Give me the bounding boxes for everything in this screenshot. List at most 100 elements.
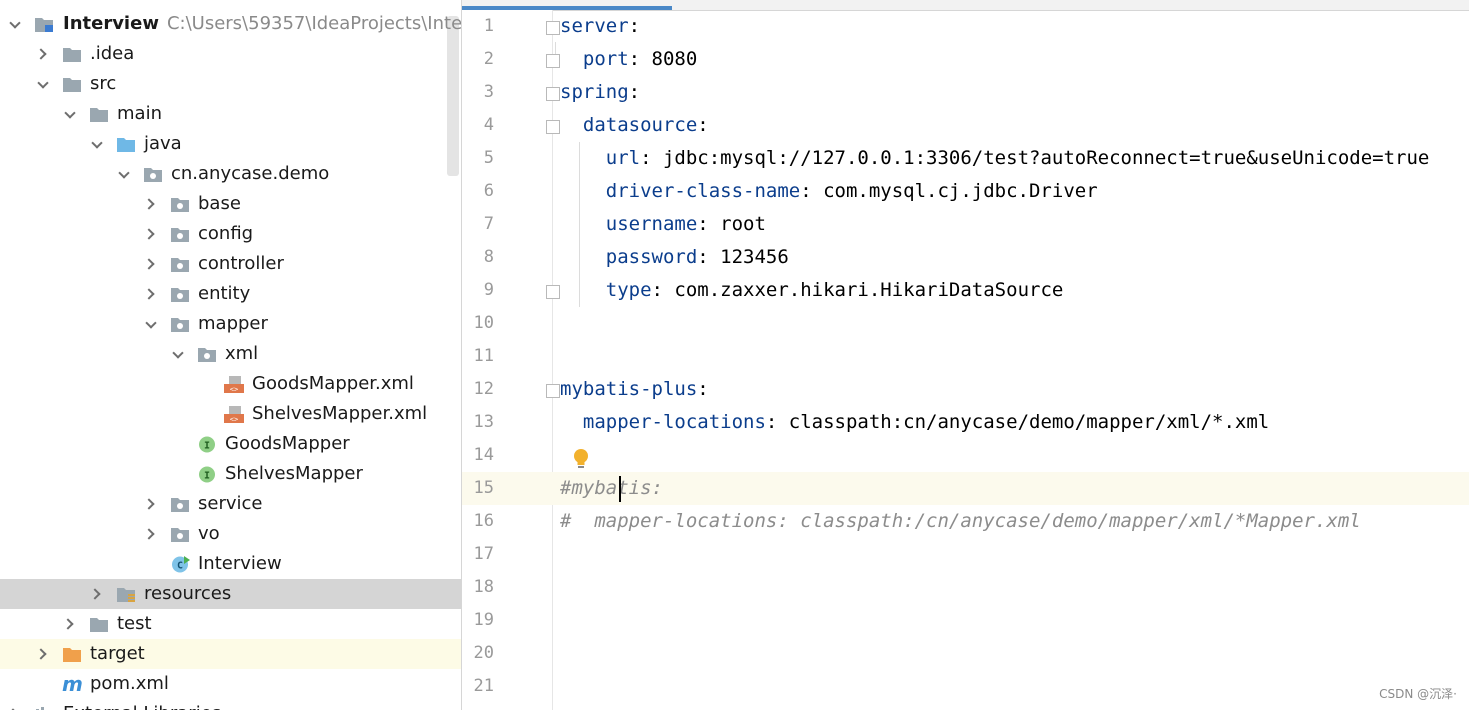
code-line[interactable]: 8 password: 123456 bbox=[462, 241, 1469, 274]
code-line[interactable]: 17 bbox=[462, 538, 1469, 571]
chevron-down-icon[interactable] bbox=[8, 9, 22, 39]
code-line[interactable]: 11 bbox=[462, 340, 1469, 373]
code-line[interactable]: 14 bbox=[462, 439, 1469, 472]
tree-item-label: base bbox=[198, 193, 241, 214]
code-line[interactable]: 21 bbox=[462, 670, 1469, 703]
code-line[interactable]: 2 port: 8080 bbox=[462, 43, 1469, 76]
tree-item-label: src bbox=[90, 73, 117, 94]
svg-text:C: C bbox=[177, 561, 183, 572]
yaml-comment: # mapper-locations: classpath:/cn/anycas… bbox=[560, 510, 1361, 532]
fold-marker-icon[interactable] bbox=[546, 384, 560, 398]
code-line[interactable]: 3 spring: bbox=[462, 76, 1469, 109]
chevron-down-icon[interactable] bbox=[36, 69, 50, 99]
tree-row-external-libraries[interactable]: External Libraries bbox=[0, 699, 461, 710]
lightbulb-icon[interactable] bbox=[572, 448, 590, 470]
yaml-key: type bbox=[560, 279, 652, 301]
fold-marker-icon[interactable] bbox=[546, 21, 560, 35]
line-number: 4 bbox=[483, 115, 494, 135]
chevron-down-icon[interactable] bbox=[117, 159, 131, 189]
tree-row-vo[interactable]: vo bbox=[0, 519, 461, 549]
code-line[interactable]: 12 mybatis-plus: bbox=[462, 373, 1469, 406]
tree-row-shelves-mapper-xml[interactable]: <> ShelvesMapper.xml bbox=[0, 399, 461, 429]
tree-row-mapper[interactable]: mapper bbox=[0, 309, 461, 339]
tree-row-xml[interactable]: xml bbox=[0, 339, 461, 369]
code-editor[interactable]: 1 server: 2 port: 8080 3 spring: 4 datas… bbox=[462, 0, 1469, 710]
svg-text:I: I bbox=[204, 471, 210, 482]
code-line[interactable]: 5 url: jdbc:mysql://127.0.0.1:3306/test?… bbox=[462, 142, 1469, 175]
tree-row-interview-class[interactable]: C Interview bbox=[0, 549, 461, 579]
chevron-right-icon[interactable] bbox=[63, 609, 77, 639]
chevron-right-icon[interactable] bbox=[144, 279, 158, 309]
code-line[interactable]: 19 bbox=[462, 604, 1469, 637]
svg-text:<>: <> bbox=[230, 416, 238, 424]
tree-item-label: java bbox=[144, 133, 182, 154]
tree-row-src[interactable]: src bbox=[0, 69, 461, 99]
tree-row-pom[interactable]: m pom.xml bbox=[0, 669, 461, 699]
chevron-right-icon[interactable] bbox=[36, 639, 50, 669]
tree-item-label: mapper bbox=[198, 313, 268, 334]
fold-end-marker-icon[interactable] bbox=[546, 54, 560, 68]
code-line[interactable]: 13 mapper-locations: classpath:cn/anycas… bbox=[462, 406, 1469, 439]
line-number: 21 bbox=[473, 676, 494, 696]
tree-row-shelves-mapper[interactable]: I ShelvesMapper bbox=[0, 459, 461, 489]
tree-row-goods-mapper[interactable]: I GoodsMapper bbox=[0, 429, 461, 459]
code-line-current[interactable]: 15 #mybatis: bbox=[462, 472, 1469, 505]
tree-item-label: controller bbox=[198, 253, 284, 274]
line-number: 13 bbox=[473, 412, 494, 432]
code-line[interactable]: 18 bbox=[462, 571, 1469, 604]
code-line[interactable]: 7 username: root bbox=[462, 208, 1469, 241]
chevron-right-icon[interactable] bbox=[36, 39, 50, 69]
code-line[interactable]: 10 bbox=[462, 307, 1469, 340]
chevron-right-icon[interactable] bbox=[144, 489, 158, 519]
code-line[interactable]: 20 bbox=[462, 637, 1469, 670]
chevron-right-icon[interactable] bbox=[144, 249, 158, 279]
chevron-right-icon[interactable] bbox=[90, 579, 104, 609]
tree-row-entity[interactable]: entity bbox=[0, 279, 461, 309]
tree-row-root[interactable]: Interview C:\Users\59357\IdeaProjects\Int… bbox=[0, 9, 461, 39]
package-icon bbox=[171, 288, 189, 302]
chevron-right-icon[interactable] bbox=[144, 219, 158, 249]
tree-row-test[interactable]: test bbox=[0, 609, 461, 639]
folder-icon bbox=[90, 618, 108, 632]
code-line[interactable]: 4 datasource: bbox=[462, 109, 1469, 142]
tree-row-base[interactable]: base bbox=[0, 189, 461, 219]
yaml-key: datasource bbox=[560, 114, 698, 136]
tree-item-label: xml bbox=[225, 343, 259, 364]
chevron-right-icon[interactable] bbox=[144, 519, 158, 549]
line-number: 1 bbox=[483, 16, 494, 36]
tree-row-target[interactable]: target bbox=[0, 639, 461, 669]
tree-row-idea[interactable]: .idea bbox=[0, 39, 461, 69]
fold-marker-icon[interactable] bbox=[546, 120, 560, 134]
tree-row-main[interactable]: main bbox=[0, 99, 461, 129]
fold-marker-icon[interactable] bbox=[546, 87, 560, 101]
tree-item-label: GoodsMapper.xml bbox=[252, 373, 414, 394]
code-line[interactable]: 6 driver-class-name: com.mysql.cj.jdbc.D… bbox=[462, 175, 1469, 208]
chevron-down-icon[interactable] bbox=[144, 309, 158, 339]
tree-row-service[interactable]: service bbox=[0, 489, 461, 519]
line-number: 7 bbox=[483, 214, 494, 234]
chevron-right-icon[interactable] bbox=[8, 699, 22, 710]
chevron-down-icon[interactable] bbox=[171, 339, 185, 369]
tree-item-label: resources bbox=[144, 583, 232, 604]
xml-file-icon: <> bbox=[224, 406, 244, 423]
tree-row-resources[interactable]: resources bbox=[0, 579, 461, 609]
code-line[interactable]: 1 server: bbox=[462, 10, 1469, 43]
tree-row-controller[interactable]: controller bbox=[0, 249, 461, 279]
tree-row-goods-mapper-xml[interactable]: <> GoodsMapper.xml bbox=[0, 369, 461, 399]
chevron-right-icon[interactable] bbox=[144, 189, 158, 219]
text-caret bbox=[619, 476, 621, 502]
yaml-value: : com.mysql.cj.jdbc.Driver bbox=[800, 180, 1098, 202]
tree-row-config[interactable]: config bbox=[0, 219, 461, 249]
tree-item-label: GoodsMapper bbox=[225, 433, 350, 454]
folder-icon bbox=[63, 48, 81, 62]
xml-file-icon: <> bbox=[224, 376, 244, 393]
chevron-down-icon[interactable] bbox=[90, 129, 104, 159]
fold-end-marker-icon[interactable] bbox=[546, 285, 560, 299]
code-line[interactable]: 9 type: com.zaxxer.hikari.HikariDataSour… bbox=[462, 274, 1469, 307]
yaml-key: password bbox=[560, 246, 698, 268]
yaml-key: url bbox=[560, 147, 641, 169]
code-line[interactable]: 16 # mapper-locations: classpath:/cn/any… bbox=[462, 505, 1469, 538]
tree-row-java[interactable]: java bbox=[0, 129, 461, 159]
chevron-down-icon[interactable] bbox=[63, 99, 77, 129]
tree-row-package[interactable]: cn.anycase.demo bbox=[0, 159, 461, 189]
